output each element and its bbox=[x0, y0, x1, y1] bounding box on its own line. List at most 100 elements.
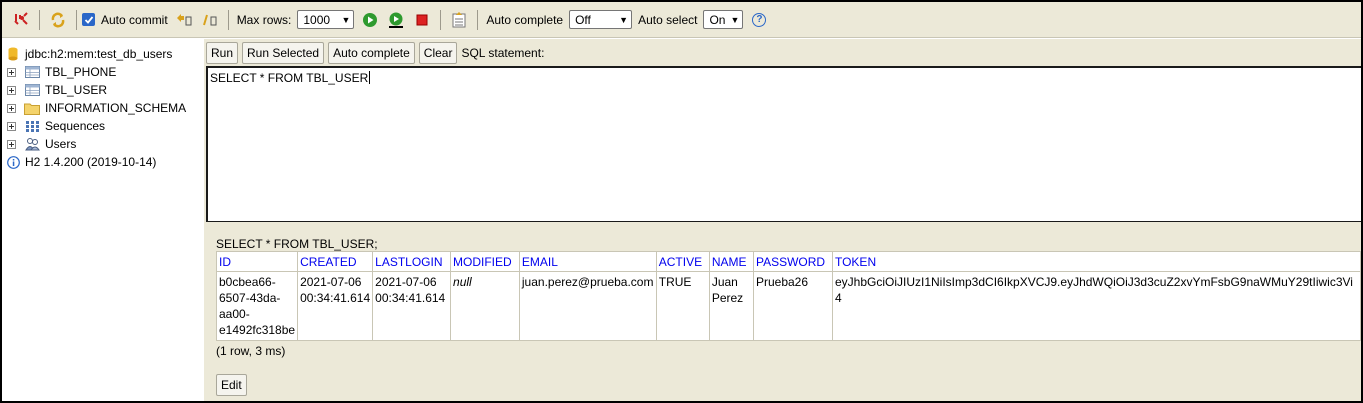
table-icon bbox=[24, 65, 40, 79]
tree-item-tbl-user[interactable]: TBL_USER bbox=[2, 81, 204, 99]
folder-icon bbox=[24, 101, 40, 115]
auto-select-select[interactable]: On ▼ bbox=[703, 10, 744, 29]
run-selected-icon[interactable] bbox=[387, 11, 405, 29]
auto-complete-label: Auto complete bbox=[486, 12, 564, 27]
history-icon[interactable] bbox=[450, 11, 468, 29]
cell-active: TRUE bbox=[655, 271, 710, 341]
auto-commit-label: Auto commit bbox=[101, 12, 168, 27]
toolbar-separator bbox=[227, 9, 229, 30]
cell-line: 00:34:41.614 bbox=[375, 291, 446, 305]
cell-line: 6507-43da- bbox=[219, 291, 281, 305]
tree-item-label: TBL_PHONE bbox=[45, 65, 117, 79]
toolbar-separator bbox=[39, 9, 40, 30]
tree-item-information-schema[interactable]: INFORMATION_SCHEMA bbox=[2, 99, 204, 117]
cell-token: eyJhbGciOiJIUzI1NiIsImp3dCI6IkpXVCJ9.eyJ… bbox=[831, 271, 1361, 341]
tree-item-users[interactable]: Users bbox=[2, 135, 204, 153]
toolbar-separator bbox=[477, 9, 479, 30]
result-table: ID CREATED LASTLOGIN MODIFIED EMAIL ACTI… bbox=[215, 251, 1361, 341]
text-caret bbox=[369, 71, 371, 84]
cell-line: 2021-07-06 bbox=[375, 275, 437, 289]
sql-editor[interactable]: SELECT * FROM TBL_USER bbox=[206, 66, 1361, 222]
column-header-email[interactable]: EMAIL bbox=[518, 251, 657, 272]
info-icon bbox=[7, 155, 20, 169]
tree-connection[interactable]: jdbc:h2:mem:test_db_users bbox=[2, 45, 204, 63]
expand-icon[interactable] bbox=[7, 139, 16, 149]
run-icon[interactable] bbox=[361, 11, 379, 29]
cell-line: 4 bbox=[834, 291, 842, 305]
query-pane: Run Run Selected Auto complete Clear SQL… bbox=[204, 39, 1361, 401]
refresh-icon[interactable] bbox=[49, 11, 67, 29]
column-header-modified[interactable]: MODIFIED bbox=[450, 251, 520, 272]
toolbar: Auto commit Max rows: 1000 ▼ Auto comple… bbox=[2, 2, 1361, 38]
run-selected-button[interactable]: Run Selected bbox=[242, 42, 325, 64]
result-summary: (1 row, 3 ms) bbox=[216, 344, 286, 358]
cell-name: Juan Perez bbox=[708, 271, 754, 341]
cell-line: b0cbea66- bbox=[219, 275, 276, 289]
result-statement: SELECT * FROM TBL_USER; bbox=[216, 237, 378, 251]
auto-select-label: Auto select bbox=[638, 12, 698, 27]
column-header-token[interactable]: TOKEN bbox=[831, 251, 1361, 272]
auto-commit-checkbox[interactable] bbox=[82, 13, 95, 26]
toolbar-separator bbox=[76, 9, 77, 30]
auto-complete-button[interactable]: Auto complete bbox=[328, 42, 415, 64]
expand-icon[interactable] bbox=[7, 121, 16, 131]
table-icon bbox=[24, 83, 40, 97]
cell-line: aa00- bbox=[219, 307, 250, 321]
cell-line: e1492fc318be bbox=[219, 323, 296, 337]
tree-item-label: Sequences bbox=[45, 119, 106, 133]
cell-line: Juan bbox=[711, 275, 738, 289]
help-icon[interactable]: ? bbox=[750, 11, 768, 29]
toolbar-separator bbox=[440, 9, 442, 30]
column-header-created[interactable]: CREATED bbox=[297, 251, 374, 272]
column-header-lastlogin[interactable]: LASTLOGIN bbox=[372, 251, 452, 272]
connection-label: jdbc:h2:mem:test_db_users bbox=[25, 47, 173, 61]
edit-wrap: Edit bbox=[216, 374, 249, 396]
commit-icon[interactable] bbox=[201, 11, 219, 29]
sequences-icon bbox=[24, 119, 40, 133]
cell-line: Perez bbox=[711, 291, 744, 305]
expand-icon[interactable] bbox=[7, 67, 16, 77]
schema-tree: jdbc:h2:mem:test_db_users TBL_PHONE TBL_… bbox=[2, 39, 204, 401]
max-rows-select[interactable]: 1000 ▼ bbox=[297, 10, 355, 29]
max-rows-value: 1000 bbox=[303, 12, 331, 27]
column-header-password[interactable]: PASSWORD bbox=[752, 251, 833, 272]
stop-icon[interactable] bbox=[413, 11, 431, 29]
max-rows-label: Max rows: bbox=[236, 12, 292, 27]
expand-icon[interactable] bbox=[7, 85, 16, 95]
auto-complete-value: Off bbox=[575, 12, 591, 27]
cell-lastlogin: 2021-07-06 00:34:41.614 bbox=[372, 271, 452, 341]
tree-item-label: Users bbox=[45, 137, 77, 151]
database-icon bbox=[7, 47, 19, 61]
column-header-active[interactable]: ACTIVE bbox=[655, 251, 710, 272]
cell-line: 00:34:41.614 bbox=[300, 291, 371, 305]
cell-line: 2021-07-06 bbox=[300, 275, 362, 289]
tree-item-label: INFORMATION_SCHEMA bbox=[45, 101, 187, 115]
tree-item-label: TBL_USER bbox=[45, 83, 108, 97]
expand-icon[interactable] bbox=[7, 103, 16, 113]
run-button[interactable]: Run bbox=[206, 42, 239, 64]
edit-button[interactable]: Edit bbox=[216, 374, 247, 396]
disconnect-icon[interactable] bbox=[12, 11, 30, 29]
cell-password: Prueba26 bbox=[752, 271, 833, 341]
clear-button[interactable]: Clear bbox=[418, 42, 458, 64]
cell-modified: null bbox=[450, 271, 520, 341]
cell-email: juan.perez@prueba.com bbox=[518, 271, 657, 341]
cell-line: eyJhbGciOiJIUzI1NiIsImp3dCI6IkpXVCJ9.eyJ… bbox=[834, 275, 1353, 289]
tree-item-sequences[interactable]: Sequences bbox=[2, 117, 204, 135]
chevron-down-icon: ▼ bbox=[619, 14, 629, 25]
sql-editor-text: SELECT * FROM TBL_USER bbox=[210, 71, 369, 85]
tree-item-tbl-phone[interactable]: TBL_PHONE bbox=[2, 63, 204, 81]
chevron-down-icon: ▼ bbox=[341, 14, 351, 25]
column-header-id[interactable]: ID bbox=[215, 251, 299, 272]
chevron-down-icon: ▼ bbox=[730, 14, 740, 25]
rollback-icon[interactable] bbox=[175, 11, 193, 29]
results-area: SELECT * FROM TBL_USER; ID CREATED LASTL… bbox=[215, 237, 1361, 401]
auto-complete-select[interactable]: Off ▼ bbox=[569, 10, 633, 29]
version-label: H2 1.4.200 (2019-10-14) bbox=[25, 155, 157, 169]
users-icon bbox=[24, 137, 40, 151]
cell-id: b0cbea66- 6507-43da- aa00- e1492fc318be bbox=[215, 271, 299, 341]
table-row: b0cbea66- 6507-43da- aa00- e1492fc318be … bbox=[215, 271, 1361, 341]
auto-select-value: On bbox=[709, 12, 726, 27]
column-header-name[interactable]: NAME bbox=[708, 251, 754, 272]
query-button-bar: Run Run Selected Auto complete Clear SQL… bbox=[204, 41, 544, 65]
